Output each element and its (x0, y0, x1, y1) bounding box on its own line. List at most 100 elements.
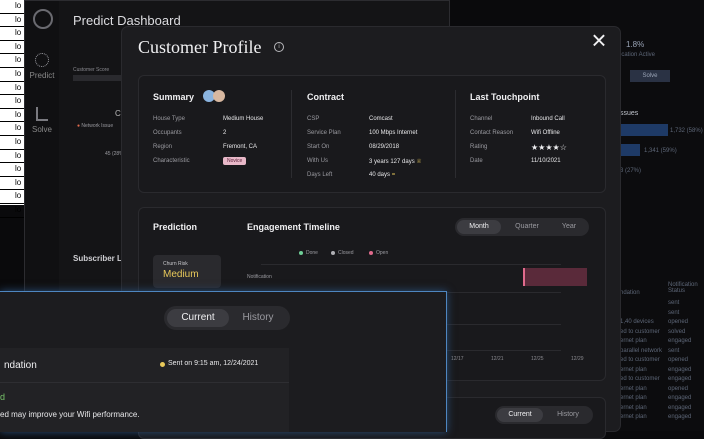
customer-score-label: Customer Score (73, 67, 110, 73)
equal-icon: = (391, 172, 396, 178)
tab-month[interactable]: Month (457, 220, 501, 234)
contact-reason-label: Contact Reason (470, 130, 514, 136)
service-plan-value: 100 Mbps Internet (369, 130, 418, 136)
summary-card: Summary House Type Medium House Occupant… (138, 75, 606, 193)
right-table-status: solved (668, 328, 686, 335)
occupants-label: Occupants (153, 130, 182, 136)
app-logo-icon[interactable] (33, 9, 53, 29)
issues-bar-1 (620, 124, 668, 136)
predict-icon (35, 53, 49, 67)
contact-reason-value: Wifi Offline (531, 130, 560, 136)
divider (0, 382, 289, 383)
right-table-status: engaged (668, 414, 692, 420)
right-table-status: opened (668, 319, 689, 325)
trophy-icon: ♕ (416, 159, 422, 165)
summary-heading: Summary (153, 92, 195, 102)
churn-risk-box: Churn Risk Medium (153, 255, 221, 288)
right-table-cell: ed to customer (620, 376, 660, 382)
churn-risk-value: Medium (163, 269, 199, 280)
right-table-cell: 1,40 devices (620, 319, 654, 325)
date-value: 11/10/2021 (531, 158, 561, 164)
right-table-status: sent (668, 309, 680, 316)
touchpoint-heading: Last Touchpoint (470, 92, 540, 102)
right-table-cell: ernet plan (620, 404, 647, 411)
with-us-text: 3 years 127 days (369, 159, 415, 165)
date-label: Date (470, 158, 483, 164)
timeline-gridline (261, 264, 561, 265)
right-table-status: sent (668, 300, 680, 306)
issues-bar-3-value: 3 (27%) (620, 168, 642, 174)
start-on-value: 08/29/2018 (369, 144, 400, 150)
region-value: Fremont, CA (223, 144, 258, 150)
right-table-cell: ernet plan (620, 338, 647, 344)
right-table-cell: parallel network (620, 347, 663, 354)
rail-solve[interactable]: Solve (25, 107, 59, 134)
novice-badge: Novice (223, 157, 247, 165)
timeline-tick: 12/29 (571, 356, 584, 362)
issues-bar-1-value: 1,732 (58%) (670, 128, 703, 134)
solve-button-bg[interactable]: Solve (630, 70, 670, 82)
rail-predict[interactable]: Predict (25, 53, 59, 80)
region-label: Region (153, 144, 173, 150)
issues-bar-2 (620, 144, 640, 156)
issues-header: ssues (620, 110, 639, 117)
prediction-heading: Prediction (153, 222, 198, 232)
contract-heading: Contract (307, 92, 345, 102)
start-on-label: Start On (307, 144, 330, 150)
dashboard-title: Predict Dashboard (73, 13, 181, 28)
modal-title: Customer Profile (138, 37, 262, 57)
recommendation-panel: Current History ndation Sent on 9:15 am,… (0, 291, 447, 432)
active-pct: 1.8% (626, 40, 645, 49)
service-plan-label: Service Plan (307, 130, 341, 136)
right-table-cell: ernet plan (620, 385, 647, 392)
right-table-status: opened (668, 357, 689, 363)
timeline-heading: Engagement Timeline (247, 222, 340, 232)
csp-label: CSP (307, 116, 320, 122)
days-left-value: 40 days = (369, 172, 395, 178)
open-notification-bar[interactable] (523, 268, 587, 286)
tab-history[interactable]: History (230, 309, 286, 327)
legend-done-label: Done (306, 250, 318, 256)
bottom-tabs: Current History (495, 406, 593, 424)
sent-status-dot (160, 362, 165, 367)
tab-quarter[interactable]: Quarter (505, 220, 549, 234)
channel-label: Channel (470, 116, 493, 122)
legend-closed-dot (331, 251, 335, 255)
subscriber-heading: Subscriber L (73, 254, 122, 263)
timeline-tick: 12/21 (491, 356, 504, 362)
divider (291, 90, 292, 178)
right-table-header-1: ndation (620, 290, 640, 296)
right-table-status: engaged (668, 376, 692, 382)
network-issue-legend: ● Network Issue (77, 123, 114, 129)
chart-percent: 45 (28% (105, 151, 124, 157)
recommendation-body: ed may improve your Wifi performance. (0, 410, 140, 419)
right-table-cell: ernet plan (620, 366, 647, 373)
sent-timestamp: Sent on 9:15 am, 12/24/2021 (168, 360, 259, 367)
right-table-status: sent (668, 347, 680, 354)
active-label: ication Active (620, 52, 656, 58)
right-table-header-2: Notification Status (668, 282, 698, 294)
dashboard-rail: Predict Solve (25, 1, 59, 301)
tab-year[interactable]: Year (551, 220, 587, 234)
rail-predict-label: Predict (29, 71, 55, 80)
info-icon[interactable]: i (274, 42, 284, 52)
tab-current[interactable]: Current (167, 309, 229, 327)
characteristic-label: Characteristic (153, 158, 190, 164)
occupants-value: 2 (223, 130, 227, 136)
tab-current[interactable]: Current (497, 408, 543, 422)
issues-bar-2-value: 1,341 (59%) (644, 148, 677, 154)
right-table-cell: ed to customer (620, 357, 660, 363)
divider (455, 90, 456, 178)
notification-row-label: Notification (247, 274, 272, 280)
right-table-status: opened (668, 385, 689, 392)
timeline-tick: 12/17 (451, 356, 464, 362)
front-tabs: Current History (164, 306, 290, 330)
tab-history[interactable]: History (545, 408, 591, 422)
churn-risk-label: Churn Risk (163, 261, 188, 267)
with-us-value: 3 years 127 days ♕ (369, 158, 422, 165)
close-icon[interactable]: × (586, 27, 612, 53)
timeline-tick: 12/25 (531, 356, 544, 362)
legend-open-dot (369, 251, 373, 255)
days-left-label: Days Left (307, 172, 333, 178)
right-table-cell: ernet plan (620, 395, 647, 401)
